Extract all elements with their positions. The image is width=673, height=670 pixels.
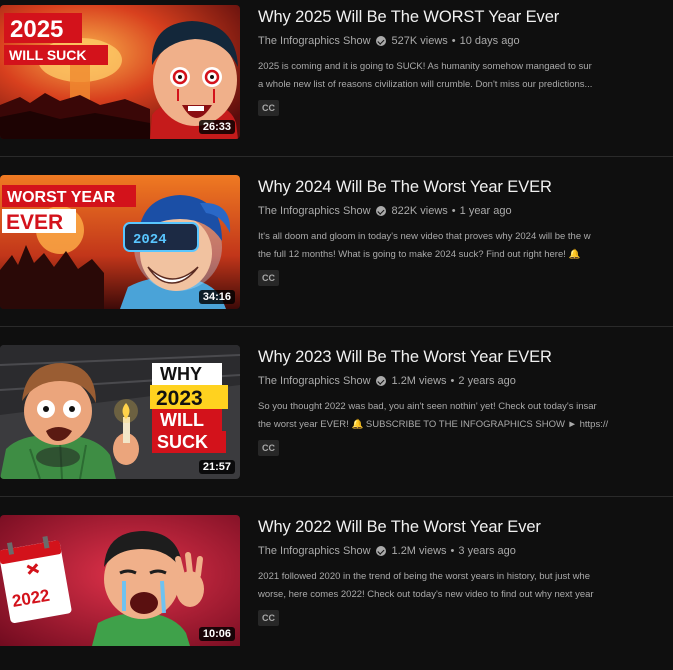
cc-badge: CC — [258, 440, 279, 456]
video-duration: 26:33 — [198, 120, 235, 134]
video-description: So you thought 2022 was bad, you ain't s… — [258, 398, 673, 434]
view-count: 822K views — [391, 205, 448, 217]
video-result[interactable]: 2022 10:06 Why 2022 Will Be The Worst Ye… — [0, 510, 673, 670]
divider — [0, 156, 673, 157]
thumbnail-text: WILL SUCK — [9, 47, 87, 63]
video-title[interactable]: Why 2024 Will Be The Worst Year EVER — [258, 176, 673, 198]
channel-name[interactable]: The Infographics Show — [258, 544, 371, 558]
cc-badge: CC — [258, 100, 279, 116]
separator: • — [451, 35, 456, 47]
channel-info: The Infographics Show 527K views • 10 da… — [258, 34, 673, 48]
description-line: 2025 is coming and it is going to SUCK! … — [258, 61, 592, 72]
description-line: So you thought 2022 was bad, you ain't s… — [258, 401, 597, 412]
description-line: the worst year EVER! 🔔 SUBSCRIBE TO THE … — [258, 419, 609, 430]
view-count: 527K views — [391, 35, 448, 47]
upload-age: 1 year ago — [459, 205, 512, 217]
video-result[interactable]: WHY 2023 WILL SUCK 21:57 Why 2023 Will B… — [0, 340, 673, 500]
video-thumbnail[interactable]: WORST YEAR EVER 2024 34:16 — [0, 175, 240, 309]
video-details: Why 2024 Will Be The Worst Year EVER The… — [258, 176, 673, 286]
divider — [0, 496, 673, 497]
video-result[interactable]: WORST YEAR EVER 2024 34:16 Why 2024 Will… — [0, 170, 673, 330]
verified-icon — [375, 376, 386, 386]
divider — [0, 326, 673, 327]
video-title[interactable]: Why 2025 Will Be The WORST Year Ever — [258, 6, 673, 28]
thumbnail-text: EVER — [6, 211, 63, 234]
channel-name[interactable]: The Infographics Show — [258, 204, 371, 218]
video-details: Why 2022 Will Be The Worst Year Ever The… — [258, 516, 673, 626]
thumbnail-text: 2024 — [133, 232, 167, 248]
video-details: Why 2023 Will Be The Worst Year EVER The… — [258, 346, 673, 456]
view-count: 1.2M views — [391, 375, 447, 387]
verified-icon — [375, 36, 386, 46]
cc-badge: CC — [258, 270, 279, 286]
upload-age: 3 years ago — [458, 545, 516, 557]
channel-info: The Infographics Show 822K views • 1 yea… — [258, 204, 673, 218]
channel-name[interactable]: The Infographics Show — [258, 34, 371, 48]
thumbnail-illustration: 2025 WILL SUCK — [0, 5, 240, 139]
video-thumbnail[interactable]: WHY 2023 WILL SUCK 21:57 — [0, 345, 240, 479]
thumbnail-illustration: WHY 2023 WILL SUCK — [0, 345, 240, 479]
upload-age: 10 days ago — [459, 35, 520, 47]
channel-info: The Infographics Show 1.2M views • 2 yea… — [258, 374, 673, 388]
separator: • — [450, 545, 455, 557]
upload-age: 2 years ago — [458, 375, 516, 387]
description-line: worse, here comes 2022! Check out today'… — [258, 589, 594, 600]
channel-name[interactable]: The Infographics Show — [258, 374, 371, 388]
separator: • — [450, 375, 455, 387]
separator: • — [451, 205, 456, 217]
thumbnail-illustration: WORST YEAR EVER 2024 — [0, 175, 240, 309]
channel-info: The Infographics Show 1.2M views • 3 yea… — [258, 544, 673, 558]
description-line: a whole new list of reasons civilization… — [258, 79, 593, 90]
thumbnail-text: SUCK — [157, 432, 208, 452]
video-thumbnail[interactable]: 2022 10:06 — [0, 515, 240, 646]
video-result[interactable]: 2025 WILL SUCK 26:33 Why 2025 Will Be Th… — [0, 0, 673, 160]
video-title[interactable]: Why 2022 Will Be The Worst Year Ever — [258, 516, 673, 538]
video-details: Why 2025 Will Be The WORST Year Ever The… — [258, 6, 673, 116]
thumbnail-text: WILL — [160, 410, 204, 430]
thumbnail-text: 2023 — [156, 387, 203, 410]
video-description: It's all doom and gloom in today's new v… — [258, 228, 673, 264]
video-title[interactable]: Why 2023 Will Be The Worst Year EVER — [258, 346, 673, 368]
verified-icon — [375, 206, 386, 216]
video-duration: 10:06 — [198, 627, 235, 641]
thumbnail-text: 2025 — [10, 16, 63, 43]
description-line: It's all doom and gloom in today's new v… — [258, 231, 591, 242]
thumbnail-text: WHY — [160, 364, 202, 384]
cc-badge: CC — [258, 610, 279, 626]
description-line: the full 12 months! What is going to mak… — [258, 249, 581, 260]
video-thumbnail[interactable]: 2025 WILL SUCK 26:33 — [0, 5, 240, 139]
view-count: 1.2M views — [391, 545, 447, 557]
verified-icon — [375, 546, 386, 556]
video-duration: 21:57 — [198, 460, 235, 474]
description-line: 2021 followed 2020 in the trend of being… — [258, 571, 590, 582]
video-description: 2025 is coming and it is going to SUCK! … — [258, 58, 673, 94]
thumbnail-text: WORST YEAR — [7, 189, 116, 206]
video-duration: 34:16 — [198, 290, 235, 304]
video-description: 2021 followed 2020 in the trend of being… — [258, 568, 673, 604]
